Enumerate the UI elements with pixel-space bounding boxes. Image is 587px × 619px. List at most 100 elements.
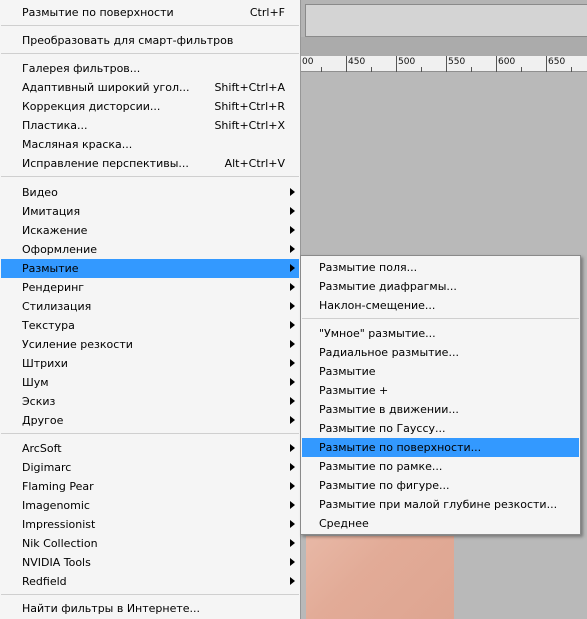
menu-item-label: Оформление [22,243,97,256]
photo-image [306,536,454,619]
menu-item-label: Стилизация [22,300,92,313]
menu-item-arcsoft[interactable]: ArcSoft [1,439,299,458]
menu-item-sharpen[interactable]: Усиление резкости [1,335,299,354]
menu-item-shortcut: Shift+Ctrl+X [214,119,285,132]
menu-item-video[interactable]: Видео [1,183,299,202]
submenu-arrow-icon [290,501,295,509]
submenu-item-radial-blur[interactable]: Радиальное размытие... [302,343,579,362]
submenu-item-iris-blur[interactable]: Размытие диафрагмы... [302,277,579,296]
submenu-arrow-icon [290,245,295,253]
ruler-label: 00 [302,57,314,67]
menu-item-shortcut: Ctrl+F [249,6,285,19]
menu-item-browse-filters-online[interactable]: Найти фильтры в Интернете... [1,599,299,618]
menu-item-stylize[interactable]: Стилизация [1,297,299,316]
submenu-item-label: Размытие по фигуре... [319,479,450,492]
submenu-arrow-icon [290,340,295,348]
menu-item-shortcut: Shift+Ctrl+R [214,100,285,113]
submenu-arrow-icon [290,397,295,405]
submenu-arrow-icon [290,558,295,566]
submenu-item-tilt-shift[interactable]: Наклон-смещение... [302,296,579,315]
menu-item-imagenomic[interactable]: Imagenomic [1,496,299,515]
menu-item-flaming-pear[interactable]: Flaming Pear [1,477,299,496]
menu-item-label: Nik Collection [22,537,98,550]
menu-item-lens-correction[interactable]: Коррекция дисторсии... Shift+Ctrl+R [1,97,299,116]
submenu-item-box-blur[interactable]: Размытие по рамке... [302,457,579,476]
menu-item-label: Галерея фильтров... [22,62,141,75]
submenu-arrow-icon [290,463,295,471]
menu-item-label: Штрихи [22,357,68,370]
menu-item-pixelate[interactable]: Оформление [1,240,299,259]
menu-item-blur[interactable]: Размытие [1,259,299,278]
horizontal-ruler: 00 450 500 550 600 650 [300,56,587,72]
menu-item-nvidia-tools[interactable]: NVIDIA Tools [1,553,299,572]
submenu-item-label: Размытие по рамке... [319,460,443,473]
menu-separator [1,594,299,595]
menu-item-label: Преобразовать для смарт-фильтров [22,34,234,47]
menu-item-label: Redfield [22,575,67,588]
submenu-item-average[interactable]: Среднее [302,514,579,533]
menu-item-texture[interactable]: Текстура [1,316,299,335]
menu-item-nik-collection[interactable]: Nik Collection [1,534,299,553]
menu-item-label: Digimarc [22,461,72,474]
menu-item-other[interactable]: Другое [1,411,299,430]
menu-item-brush-strokes[interactable]: Штрихи [1,354,299,373]
submenu-item-label: Наклон-смещение... [319,299,436,312]
menu-item-label: Масляная краска... [22,138,133,151]
menu-item-convert-smart[interactable]: Преобразовать для смарт-фильтров [1,31,299,50]
menu-item-label: Имитация [22,205,81,218]
menu-separator [1,176,299,177]
document-tab[interactable] [305,4,587,37]
menu-item-digimarc[interactable]: Digimarc [1,458,299,477]
submenu-arrow-icon [290,302,295,310]
menu-item-vanishing-point[interactable]: Исправление перспективы... Alt+Ctrl+V [1,154,299,173]
menu-item-label: NVIDIA Tools [22,556,91,569]
menu-item-label: Эскиз [22,395,56,408]
menu-item-noise[interactable]: Шум [1,373,299,392]
submenu-item-label: "Умное" размытие... [319,327,436,340]
menu-item-distort[interactable]: Искажение [1,221,299,240]
submenu-arrow-icon [290,577,295,585]
submenu-arrow-icon [290,444,295,452]
submenu-item-field-blur[interactable]: Размытие поля... [302,258,579,277]
submenu-item-shape-blur[interactable]: Размытие по фигуре... [302,476,579,495]
submenu-item-label: Размытие по Гауссу... [319,422,446,435]
filter-menu: Размытие по поверхности Ctrl+F Преобразо… [0,0,301,619]
menu-item-impressionist[interactable]: Impressionist [1,515,299,534]
submenu-item-label: Среднее [319,517,369,530]
menu-item-filter-gallery[interactable]: Галерея фильтров... [1,59,299,78]
menu-item-render[interactable]: Рендеринг [1,278,299,297]
submenu-arrow-icon [290,207,295,215]
menu-item-label: Адаптивный широкий угол... [22,81,190,94]
menu-item-oil-paint[interactable]: Масляная краска... [1,135,299,154]
menu-item-liquify[interactable]: Пластика... Shift+Ctrl+X [1,116,299,135]
submenu-arrow-icon [290,264,295,272]
menu-item-adaptive-wide-angle[interactable]: Адаптивный широкий угол... Shift+Ctrl+A [1,78,299,97]
submenu-arrow-icon [290,378,295,386]
menu-item-artistic[interactable]: Имитация [1,202,299,221]
submenu-arrow-icon [290,416,295,424]
menu-item-label: Размытие [22,262,79,275]
menu-item-label: Видео [22,186,58,199]
menu-item-label: Усиление резкости [22,338,133,351]
submenu-arrow-icon [290,482,295,490]
submenu-item-label: Размытие [319,365,376,378]
submenu-item-motion-blur[interactable]: Размытие в движении... [302,400,579,419]
menu-item-shortcut: Alt+Ctrl+V [224,157,285,170]
menu-item-label: Flaming Pear [22,480,94,493]
submenu-item-gaussian-blur[interactable]: Размытие по Гауссу... [302,419,579,438]
submenu-item-label: Размытие + [319,384,389,397]
submenu-item-label: Размытие при малой глубине резкости... [319,498,558,511]
menu-item-label: Пластика... [22,119,88,132]
submenu-item-surface-blur[interactable]: Размытие по поверхности... [302,438,579,457]
submenu-arrow-icon [290,520,295,528]
menu-item-label: Искажение [22,224,88,237]
submenu-arrow-icon [290,321,295,329]
menu-item-redfield[interactable]: Redfield [1,572,299,591]
menu-item-last-filter[interactable]: Размытие по поверхности Ctrl+F [1,3,299,22]
submenu-item-lens-blur[interactable]: Размытие при малой глубине резкости... [302,495,579,514]
submenu-item-blur[interactable]: Размытие [302,362,579,381]
menu-item-sketch[interactable]: Эскиз [1,392,299,411]
submenu-item-blur-more[interactable]: Размытие + [302,381,579,400]
submenu-item-smart-blur[interactable]: "Умное" размытие... [302,324,579,343]
submenu-item-label: Радиальное размытие... [319,346,459,359]
